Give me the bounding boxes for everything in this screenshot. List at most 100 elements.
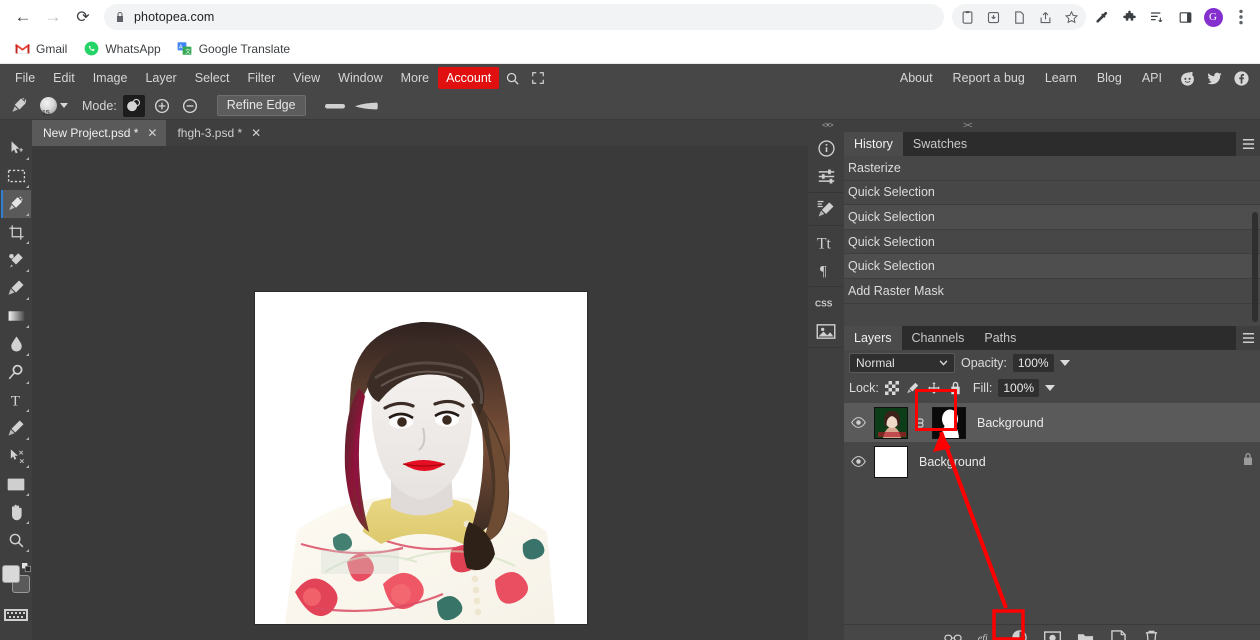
link-about[interactable]: About [891, 67, 942, 90]
menu-account[interactable]: Account [438, 66, 500, 90]
brush-size-picker[interactable]: 15 [40, 97, 68, 117]
adjustments-icon[interactable] [809, 164, 843, 188]
link-layers-icon[interactable] [915, 417, 925, 429]
new-layer-icon[interactable] [1109, 629, 1127, 640]
menu-more[interactable]: More [392, 67, 438, 90]
twitter-icon[interactable] [1203, 67, 1225, 89]
menu-file[interactable]: File [6, 67, 44, 90]
dodge-tool[interactable] [1, 358, 31, 386]
new-group-icon[interactable] [1076, 629, 1094, 640]
page-icon[interactable] [1006, 4, 1032, 30]
mode-add-to-selection[interactable] [151, 95, 173, 117]
delete-layer-icon[interactable] [1142, 629, 1160, 640]
menu-edit[interactable]: Edit [44, 67, 84, 90]
address-bar[interactable]: photopea.com [104, 4, 944, 30]
menu-window[interactable]: Window [329, 67, 391, 90]
eyedropper-icon[interactable] [1088, 4, 1114, 30]
menu-select[interactable]: Select [186, 67, 239, 90]
layer-thumbnail[interactable] [874, 406, 908, 439]
rectangular-marquee-tool[interactable] [1, 162, 31, 190]
image-icon[interactable] [809, 319, 843, 343]
link-layers-icon[interactable] [944, 629, 962, 640]
fill-value[interactable]: 100% [998, 379, 1040, 397]
opacity-dropdown-icon[interactable] [1059, 360, 1070, 366]
lock-transparency-icon[interactable] [885, 381, 900, 396]
close-icon[interactable]: ✕ [147, 127, 157, 139]
fullscreen-icon[interactable] [525, 67, 551, 89]
color-swatches[interactable] [1, 563, 31, 594]
gradient-tool[interactable] [1, 302, 31, 330]
history-item[interactable]: Quick Selection [844, 230, 1260, 255]
layer-styles-icon[interactable]: efi [977, 629, 995, 640]
history-item[interactable]: Quick Selection [844, 205, 1260, 230]
info-icon[interactable] [809, 136, 843, 160]
artboard[interactable] [255, 292, 587, 624]
history-list[interactable]: Rasterize Quick Selection Quick Selectio… [844, 156, 1260, 326]
tab-history[interactable]: History [844, 132, 903, 156]
menu-view[interactable]: View [284, 67, 329, 90]
bookmark-gmail[interactable]: Gmail [10, 38, 75, 60]
brush-settings-icon[interactable] [809, 197, 843, 221]
mode-subtract-from-selection[interactable] [179, 95, 201, 117]
chrome-menu-icon[interactable] [1228, 4, 1254, 30]
move-tool[interactable] [1, 134, 31, 162]
history-panel-menu-icon[interactable] [1236, 132, 1260, 156]
tab-paths[interactable]: Paths [974, 326, 1026, 350]
crop-tool[interactable] [1, 218, 31, 246]
foreground-color-swatch[interactable] [2, 565, 20, 583]
mode-new-selection[interactable] [122, 94, 145, 117]
close-icon[interactable]: ✕ [251, 127, 261, 139]
css-icon[interactable]: CSS [809, 291, 843, 315]
quick-mask-icon[interactable] [4, 608, 28, 621]
adjustment-layer-icon[interactable] [1010, 629, 1028, 640]
layer-thumbnail[interactable] [874, 445, 908, 478]
sidepanel-icon[interactable] [1172, 4, 1198, 30]
save-to-drive-icon[interactable] [980, 4, 1006, 30]
default-colors-icon[interactable] [22, 563, 31, 572]
bookmark-google-translate[interactable]: A文 Google Translate [173, 38, 298, 60]
link-report-a-bug[interactable]: Report a bug [944, 67, 1034, 90]
lock-position-icon[interactable] [927, 381, 942, 396]
search-icon[interactable] [499, 67, 525, 89]
history-item[interactable]: Rasterize [844, 156, 1260, 181]
bookmark-whatsapp[interactable]: WhatsApp [79, 38, 168, 60]
reading-list-icon[interactable] [1144, 4, 1170, 30]
fill-dropdown-icon[interactable] [1045, 385, 1056, 391]
reload-button[interactable]: ⟳ [68, 2, 98, 32]
clipboard-icon[interactable] [954, 4, 980, 30]
back-button[interactable]: ← [8, 2, 38, 32]
link-blog[interactable]: Blog [1088, 67, 1131, 90]
history-item[interactable]: Quick Selection [844, 181, 1260, 206]
collapse-icon[interactable]: >< [963, 121, 972, 130]
shape-tool[interactable] [1, 470, 31, 498]
menu-layer[interactable]: Layer [136, 67, 185, 90]
facebook-icon[interactable] [1230, 67, 1252, 89]
hand-tool[interactable] [1, 498, 31, 526]
stroke-flat-icon[interactable] [324, 101, 346, 111]
layers-panel-menu-icon[interactable] [1236, 326, 1260, 350]
add-mask-icon[interactable] [1043, 629, 1061, 640]
path-select-tool[interactable] [1, 442, 31, 470]
puzzle-icon[interactable] [1116, 4, 1142, 30]
lock-pixels-icon[interactable] [906, 381, 921, 396]
layer-row[interactable]: Background [844, 442, 1260, 481]
chevron-down-icon[interactable] [60, 103, 68, 108]
eye-icon[interactable] [850, 456, 867, 467]
quick-selection-tool[interactable] [1, 190, 31, 218]
menu-image[interactable]: Image [84, 67, 137, 90]
tab-channels[interactable]: Channels [902, 326, 975, 350]
reddit-icon[interactable] [1176, 67, 1198, 89]
refine-edge-button[interactable]: Refine Edge [216, 95, 306, 116]
opacity-value[interactable]: 100% [1012, 354, 1054, 372]
forward-button[interactable]: → [38, 2, 68, 32]
tab-new-project[interactable]: New Project.psd * ✕ [32, 120, 167, 146]
link-learn[interactable]: Learn [1036, 67, 1086, 90]
lock-all-icon[interactable] [948, 381, 963, 396]
dock-resize-grip[interactable]: <•> >< [808, 120, 1260, 132]
history-item[interactable]: Quick Selection [844, 254, 1260, 279]
brush-tool[interactable] [1, 274, 31, 302]
tab-layers[interactable]: Layers [844, 326, 902, 350]
stroke-tapered-icon[interactable] [354, 101, 378, 111]
paragraph-icon[interactable]: ¶ [809, 258, 843, 282]
tab-swatches[interactable]: Swatches [903, 132, 977, 156]
